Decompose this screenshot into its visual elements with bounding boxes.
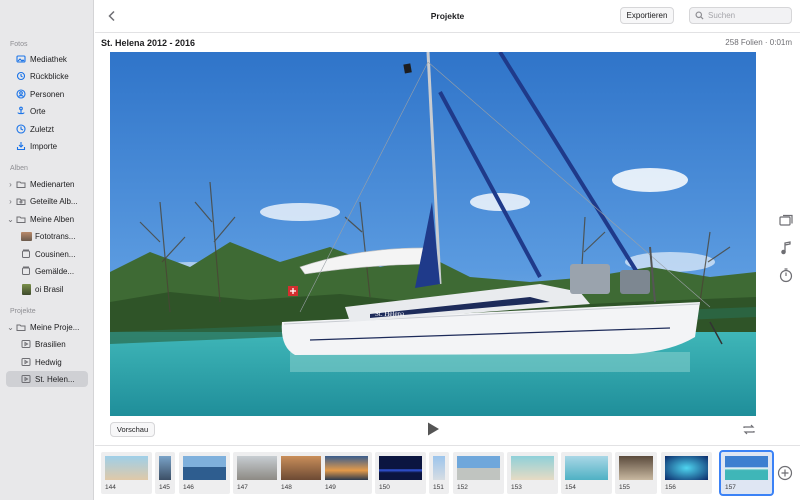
sidebar-item-hedwig[interactable]: Hedwig <box>20 354 88 370</box>
sidebar-item-brasilien[interactable]: Brasilien <box>20 336 88 352</box>
memories-icon <box>15 70 27 82</box>
sidebar-item-st-helena[interactable]: St. Helen... <box>6 371 88 387</box>
search-input[interactable] <box>708 11 788 20</box>
sidebar-item-cousinen[interactable]: Cousinen... <box>20 246 88 262</box>
chevron-right-icon[interactable]: › <box>6 197 15 206</box>
filmstrip-slide-selected[interactable]: 157 <box>719 450 774 496</box>
filmstrip-slide[interactable]: 154 <box>561 452 612 494</box>
export-button[interactable]: Exportieren <box>620 7 674 24</box>
section-title-fotos: Fotos <box>10 41 28 48</box>
album-thumbnail-icon <box>20 283 32 295</box>
sidebar-item-geteilte-alben[interactable]: › Geteilte Alb... <box>6 193 88 209</box>
search-icon <box>695 11 704 20</box>
filmstrip-slide[interactable]: 156 <box>661 452 712 494</box>
places-pin-icon <box>15 105 27 117</box>
sidebar: Fotos Mediathek Rückblicke Personen Orte… <box>0 0 94 500</box>
photo-library-icon <box>15 53 27 65</box>
filmstrip-slide[interactable]: 153 <box>507 452 558 494</box>
repeat-loop-icon[interactable] <box>742 423 756 436</box>
sidebar-item-orte[interactable]: Orte <box>6 103 88 119</box>
slideshow-icon <box>20 356 32 368</box>
folder-icon <box>15 213 27 225</box>
chevron-down-icon[interactable]: ⌄ <box>6 215 15 224</box>
sidebar-item-oi-brasil[interactable]: oi Brasil <box>20 281 88 297</box>
preview-button[interactable]: Vorschau <box>110 422 155 437</box>
music-note-icon[interactable] <box>778 240 794 256</box>
recent-clock-icon <box>15 123 27 135</box>
sidebar-item-fototransfer[interactable]: Fototrans... <box>20 228 88 244</box>
slide-preview-image: St. Helena <box>110 52 756 416</box>
filmstrip-slide[interactable]: 146 <box>179 452 230 494</box>
sidebar-item-gemaelde[interactable]: Gemälde... <box>20 263 88 279</box>
filmstrip: 144 145 146 147 148 149 150 151 152 153 … <box>95 445 800 500</box>
slideshow-theme-icon[interactable] <box>778 213 794 229</box>
album-thumbnail-icon <box>20 230 32 242</box>
filmstrip-slide[interactable]: 151 <box>429 452 449 494</box>
chevron-right-icon[interactable]: › <box>6 180 15 189</box>
sidebar-item-mediathek[interactable]: Mediathek <box>6 51 88 67</box>
sidebar-item-importe[interactable]: Importe <box>6 138 88 154</box>
folder-icon <box>15 178 27 190</box>
slideshow-icon <box>20 338 32 350</box>
filmstrip-slide[interactable]: 149 <box>321 452 372 494</box>
search-field[interactable] <box>689 7 792 24</box>
boat-name-label: St. Helena <box>375 310 405 318</box>
filmstrip-slide[interactable]: 155 <box>615 452 657 494</box>
chevron-down-icon[interactable]: ⌄ <box>6 323 15 332</box>
sidebar-item-rueckblicke[interactable]: Rückblicke <box>6 68 88 84</box>
filmstrip-slide[interactable]: 152 <box>453 452 504 494</box>
section-title-alben: Alben <box>10 165 28 172</box>
import-icon <box>15 140 27 152</box>
album-icon <box>20 265 32 277</box>
section-title-projekte: Projekte <box>10 308 36 315</box>
project-meta: 258 Folien · 0:01m <box>725 38 792 47</box>
album-icon <box>20 248 32 260</box>
sidebar-item-meine-projekte[interactable]: ⌄ Meine Proje... <box>6 319 88 335</box>
slideshow-icon <box>20 373 32 385</box>
sidebar-item-zuletzt[interactable]: Zuletzt <box>6 121 88 137</box>
sidebar-item-meine-alben[interactable]: ⌄ Meine Alben <box>6 211 88 227</box>
project-title: St. Helena 2012 - 2016 <box>101 38 196 48</box>
add-slide-icon[interactable] <box>777 465 793 481</box>
filmstrip-slide[interactable]: 145 <box>155 452 175 494</box>
duration-timer-icon[interactable] <box>778 267 794 283</box>
sidebar-item-personen[interactable]: Personen <box>6 86 88 102</box>
people-icon <box>15 88 27 100</box>
folder-icon <box>15 321 27 333</box>
shared-album-icon <box>15 195 27 207</box>
play-icon[interactable] <box>426 421 440 437</box>
filmstrip-slide[interactable]: 144 <box>101 452 152 494</box>
toolbar: Projekte Exportieren <box>95 0 800 33</box>
filmstrip-slide[interactable]: 150 <box>375 452 426 494</box>
sidebar-item-medienarten[interactable]: › Medienarten <box>6 176 88 192</box>
